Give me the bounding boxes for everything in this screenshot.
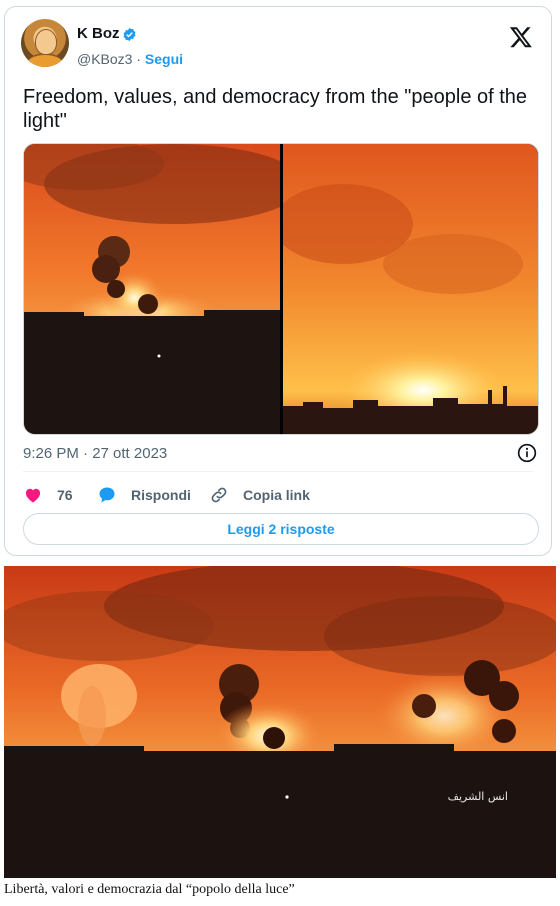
like-count: 76 xyxy=(57,487,73,503)
article-photo-graphic xyxy=(4,566,556,878)
avatar-robe xyxy=(27,53,63,67)
photo-left-graphic xyxy=(24,144,280,434)
photo-explosion-left[interactable] xyxy=(24,144,280,434)
verified-badge-icon xyxy=(123,27,136,42)
author-handle[interactable]: @KBoz3 xyxy=(77,51,132,67)
photo-explosion-right[interactable] xyxy=(283,144,538,434)
reply-label: Rispondi xyxy=(131,487,191,503)
handle-separator: · xyxy=(132,51,145,67)
tweet-card: K Boz @KBoz3 · Segui Freedom, values, an… xyxy=(4,6,552,556)
photo-right-graphic xyxy=(283,144,538,434)
tweet-text: Freedom, values, and democracy from the … xyxy=(23,86,528,132)
tweet-timestamp[interactable]: 9:26 PM · 27 ott 2023 xyxy=(23,445,167,462)
handle-row: @KBoz3 · Segui xyxy=(77,51,183,67)
heart-icon xyxy=(25,488,41,503)
tweet-media[interactable] xyxy=(23,143,539,435)
article-caption: Libertà, valori e democrazia dal “popolo… xyxy=(4,882,295,897)
photo-watermark: انس الشريف xyxy=(447,790,508,803)
copy-link-button[interactable]: Copia link xyxy=(209,485,310,505)
x-logo-icon[interactable] xyxy=(509,25,533,49)
copy-link-label: Copia link xyxy=(243,487,310,503)
divider xyxy=(23,471,533,472)
author-name[interactable]: K Boz xyxy=(77,25,120,42)
info-icon[interactable] xyxy=(517,443,537,463)
read-replies-button[interactable]: Leggi 2 risposte xyxy=(23,513,539,545)
follow-button[interactable]: Segui xyxy=(145,51,183,67)
avatar[interactable] xyxy=(21,19,69,67)
like-button[interactable]: 76 xyxy=(23,485,73,505)
reply-bubble-icon xyxy=(99,487,115,503)
article-photo-explosions: انس الشريف xyxy=(4,566,556,878)
link-icon xyxy=(211,487,227,503)
avatar-face xyxy=(35,29,57,55)
reply-button[interactable]: Rispondi xyxy=(97,485,191,505)
